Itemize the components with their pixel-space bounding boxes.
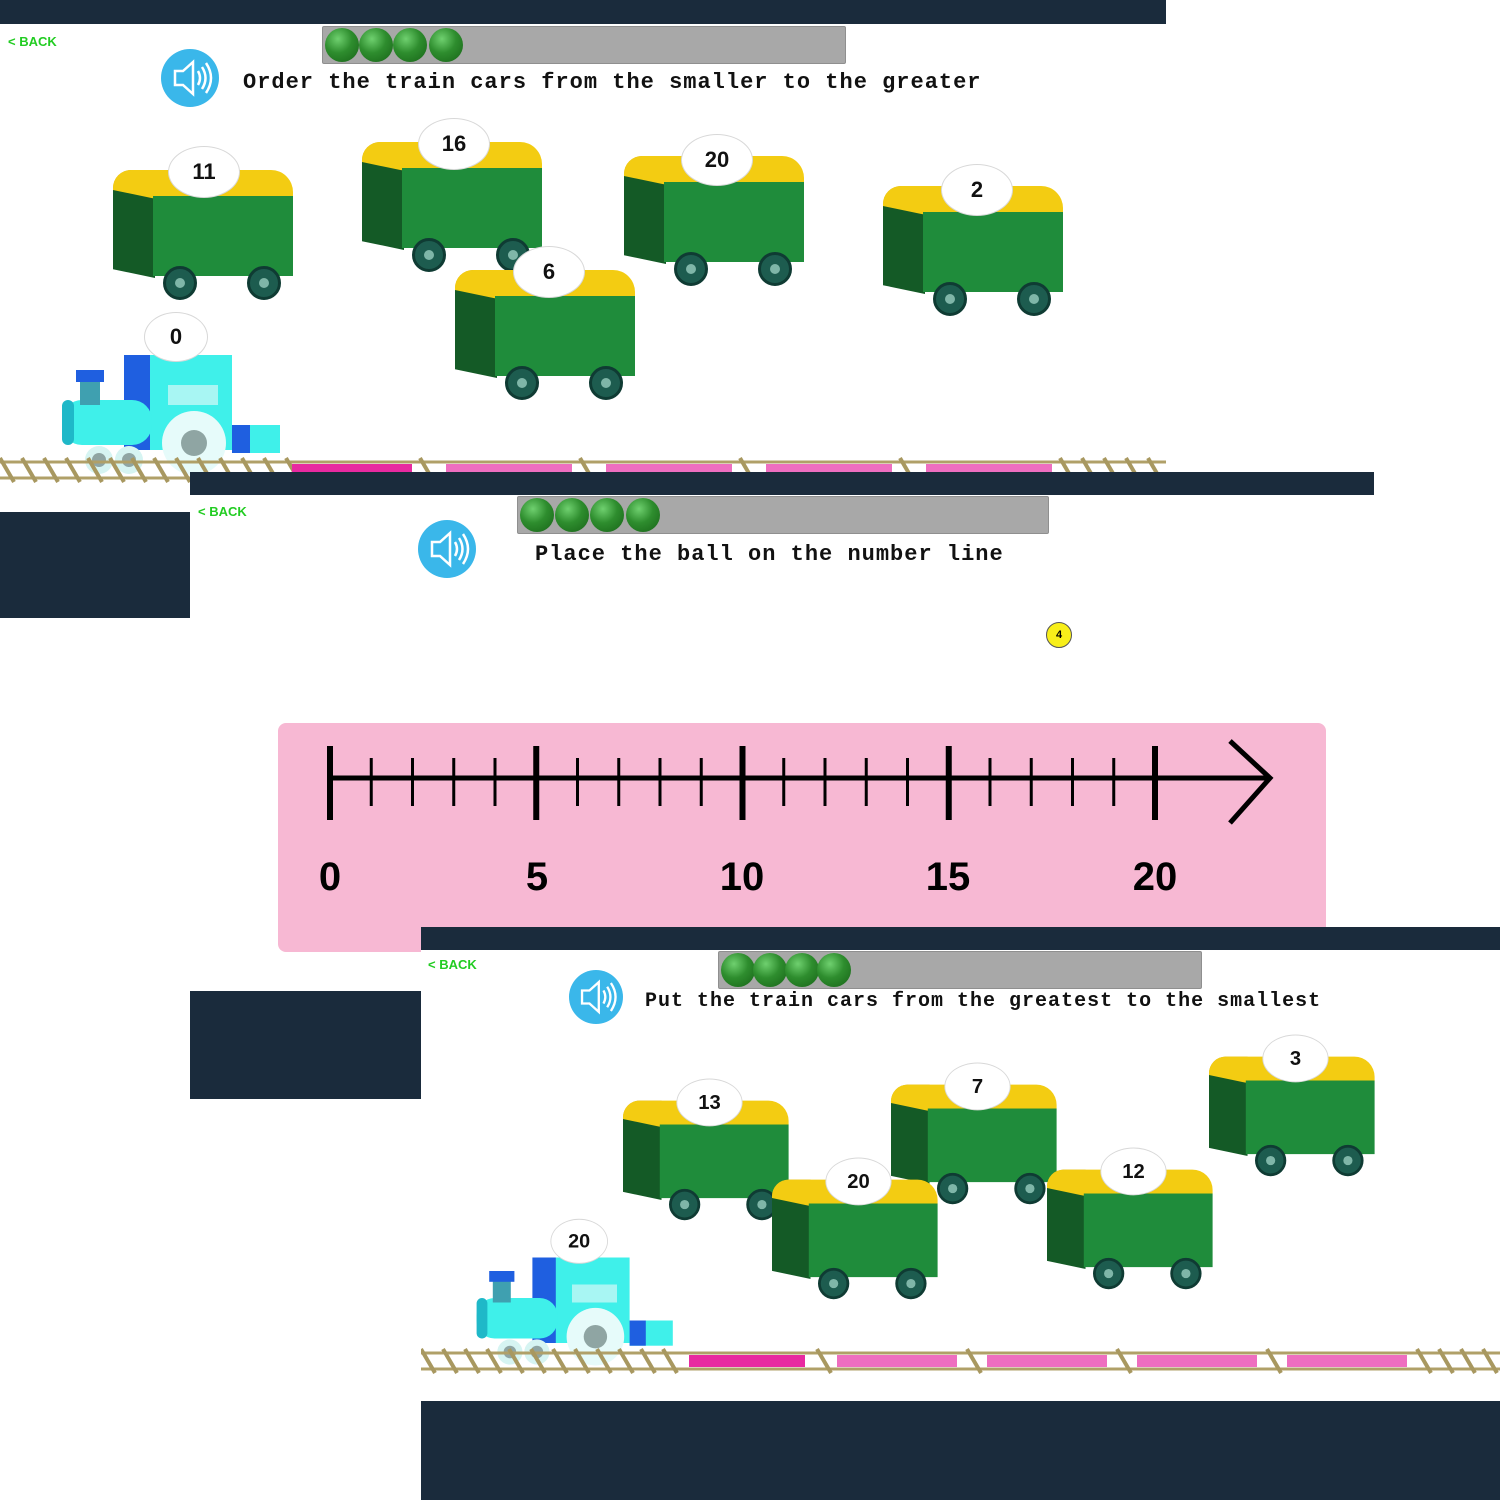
train-car[interactable]: 20	[772, 1152, 939, 1300]
tick-label: 10	[719, 855, 765, 899]
car-number: 6	[513, 246, 585, 298]
train-car[interactable]: 2	[883, 156, 1065, 316]
tick-label: 20	[1132, 855, 1178, 899]
car-number: 13	[676, 1078, 743, 1127]
car-number: 20	[825, 1157, 892, 1206]
progress-ball	[555, 498, 589, 532]
train-car[interactable]: 12	[1047, 1142, 1214, 1290]
top-bar	[421, 927, 1500, 950]
train-car[interactable]: 3	[1209, 1029, 1376, 1177]
car-number: 3	[1262, 1034, 1329, 1083]
speaker-icon[interactable]	[161, 49, 219, 107]
engine-number: 20	[550, 1218, 608, 1264]
speaker-icon[interactable]	[569, 970, 623, 1024]
train-car[interactable]: 11	[113, 140, 295, 300]
progress-ball	[393, 28, 427, 62]
progress-ball	[785, 953, 819, 987]
instruction-text: Place the ball on the number line	[535, 542, 1004, 567]
car-number: 16	[418, 118, 490, 170]
train-car[interactable]: 6	[455, 240, 637, 400]
car-number: 7	[944, 1062, 1011, 1111]
instruction-text: Put the train cars from the greatest to …	[645, 990, 1322, 1013]
top-bar	[190, 472, 1374, 495]
screen-order-ascending: < BACK Order the train cars from the sma…	[0, 0, 1166, 490]
car-number: 20	[681, 134, 753, 186]
progress-ball	[626, 498, 660, 532]
train-engine[interactable]: 0	[58, 310, 288, 480]
back-button[interactable]: < BACK	[198, 504, 247, 519]
engine-number: 0	[144, 312, 208, 362]
train-car[interactable]: 20	[624, 126, 806, 286]
background-panel	[0, 512, 190, 618]
background-panel	[421, 1401, 1500, 1500]
screen-number-line: < BACK Place the ball on the number line…	[190, 472, 1374, 952]
back-button[interactable]: < BACK	[8, 34, 57, 49]
arrow-icon	[1228, 739, 1274, 825]
progress-ball	[325, 28, 359, 62]
progress-ball	[429, 28, 463, 62]
progress-ball	[721, 953, 755, 987]
back-button[interactable]: < BACK	[428, 957, 477, 972]
progress-ball	[359, 28, 393, 62]
car-number: 11	[168, 146, 240, 198]
instruction-text: Order the train cars from the smaller to…	[243, 70, 982, 95]
progress-bar	[718, 951, 1202, 989]
top-bar	[0, 0, 1166, 24]
speaker-icon[interactable]	[418, 520, 476, 578]
train-car[interactable]: 13	[623, 1073, 790, 1221]
rail-track	[421, 1347, 1500, 1375]
car-number: 2	[941, 164, 1013, 216]
car-number: 12	[1100, 1147, 1167, 1196]
progress-ball	[590, 498, 624, 532]
number-line-panel: 0 5 10 15 20	[278, 723, 1326, 952]
tick-label: 5	[525, 855, 549, 899]
progress-ball	[817, 953, 851, 987]
progress-bar	[322, 26, 846, 64]
background-panel	[190, 991, 421, 1099]
draggable-ball[interactable]: 4	[1046, 622, 1072, 648]
tick-label: 0	[318, 855, 342, 899]
tick-label: 15	[925, 855, 971, 899]
progress-ball	[753, 953, 787, 987]
progress-ball	[520, 498, 554, 532]
progress-bar	[517, 496, 1049, 534]
screen-order-descending: < BACK Put the train cars from the great…	[421, 927, 1500, 1401]
number-line	[327, 739, 1274, 825]
